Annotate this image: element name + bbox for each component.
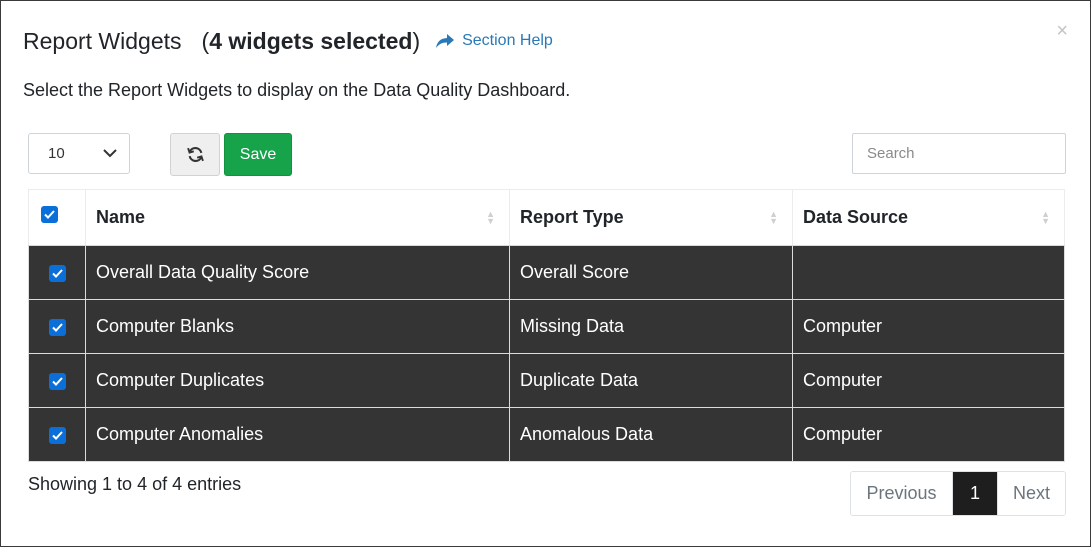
share-arrow-icon	[436, 33, 455, 48]
sort-icon: ▲ ▼	[486, 208, 495, 226]
checkmark-icon	[51, 323, 63, 332]
refresh-icon	[186, 147, 204, 162]
checkmark-icon	[51, 377, 63, 386]
section-help-label: Section Help	[462, 32, 553, 49]
next-page-button[interactable]: Next	[997, 472, 1065, 515]
cell-report-type: Missing Data	[509, 299, 793, 354]
search-input[interactable]	[852, 133, 1066, 174]
column-header-report-type[interactable]: Report Type ▲ ▼	[509, 189, 793, 246]
intro-text: Select the Report Widgets to display on …	[23, 80, 571, 100]
pagination: Previous 1 Next	[850, 471, 1066, 516]
column-header-data-source-label: Data Source	[803, 207, 909, 227]
row-checkbox[interactable]	[48, 426, 66, 444]
column-header-data-source[interactable]: Data Source ▲ ▼	[792, 189, 1065, 246]
column-header-name[interactable]: Name ▲ ▼	[85, 189, 510, 246]
row-select-cell	[28, 299, 86, 354]
cell-name: Computer Anomalies	[85, 407, 510, 462]
row-select-cell	[28, 353, 86, 408]
page-1-button[interactable]: 1	[953, 472, 997, 515]
column-header-name-label: Name	[96, 207, 146, 227]
row-select-cell	[28, 245, 86, 300]
widgets-table: Name ▲ ▼ Report Type ▲ ▼ Data Source ▲ ▼ Ov…	[28, 189, 1065, 462]
table-row[interactable]: Overall Data Quality Score Overall Score	[28, 245, 1065, 300]
sort-icon: ▲ ▼	[769, 208, 778, 226]
cell-data-source	[792, 245, 1065, 300]
table-header-row: Name ▲ ▼ Report Type ▲ ▼ Data Source ▲ ▼	[28, 189, 1065, 246]
refresh-button[interactable]	[170, 133, 220, 176]
modal-header: Report Widgets (4 widgets selected) Sect…	[23, 25, 553, 57]
cell-data-source: Computer	[792, 299, 1065, 354]
cell-name: Computer Blanks	[85, 299, 510, 354]
row-checkbox[interactable]	[48, 372, 66, 390]
row-checkbox[interactable]	[48, 318, 66, 336]
row-checkbox[interactable]	[48, 264, 66, 282]
select-all-cell	[28, 189, 86, 246]
table-row[interactable]: Computer Blanks Missing Data Computer	[28, 299, 1065, 354]
cell-name: Computer Duplicates	[85, 353, 510, 408]
select-all-checkbox[interactable]	[40, 205, 58, 223]
checkmark-icon	[43, 210, 55, 219]
selected-count-value: 4 widgets selected	[209, 27, 413, 54]
table-row[interactable]: Computer Anomalies Anomalous Data Comput…	[28, 407, 1065, 462]
section-help-link[interactable]: Section Help	[436, 32, 553, 50]
save-button[interactable]: Save	[224, 133, 292, 176]
cell-report-type: Duplicate Data	[509, 353, 793, 408]
table-info: Showing 1 to 4 of 4 entries	[28, 474, 242, 494]
report-widgets-modal: Report Widgets (4 widgets selected) Sect…	[0, 0, 1091, 547]
page-size-value: 10	[48, 145, 65, 162]
table-row[interactable]: Computer Duplicates Duplicate Data Compu…	[28, 353, 1065, 408]
cell-report-type: Overall Score	[509, 245, 793, 300]
cell-report-type: Anomalous Data	[509, 407, 793, 462]
cell-name: Overall Data Quality Score	[85, 245, 510, 300]
cell-data-source: Computer	[792, 353, 1065, 408]
chevron-down-icon	[103, 149, 117, 158]
row-select-cell	[28, 407, 86, 462]
modal-title: Report Widgets	[23, 27, 182, 54]
checkmark-icon	[51, 431, 63, 440]
checkmark-icon	[51, 269, 63, 278]
selected-count-close: )	[412, 27, 421, 54]
column-header-report-type-label: Report Type	[520, 207, 624, 227]
previous-page-button[interactable]: Previous	[851, 472, 953, 515]
close-icon[interactable]: ×	[1056, 21, 1068, 41]
selected-count: (4 widgets selected)	[202, 28, 421, 55]
sort-icon: ▲ ▼	[1041, 208, 1050, 226]
page-size-select[interactable]: 10	[28, 133, 130, 174]
cell-data-source: Computer	[792, 407, 1065, 462]
